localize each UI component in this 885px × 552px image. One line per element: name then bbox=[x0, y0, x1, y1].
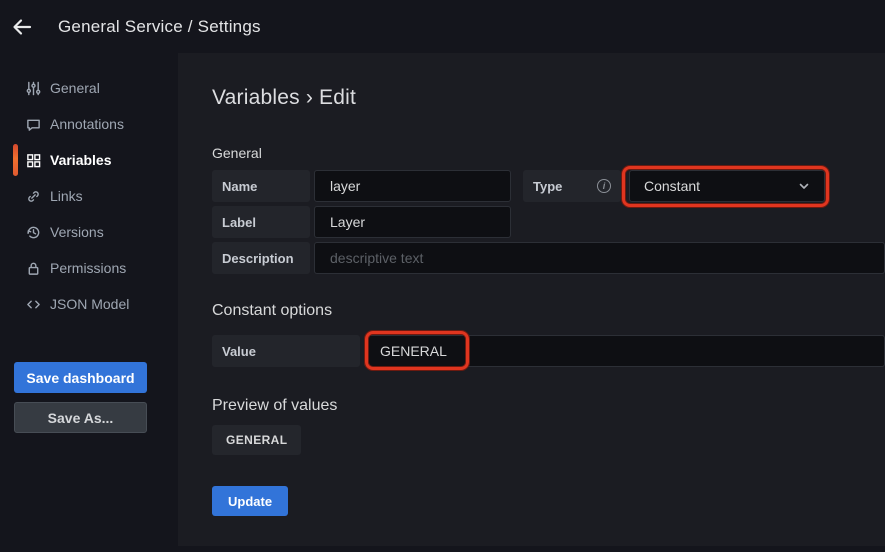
type-select-value: Constant bbox=[644, 178, 700, 194]
value-input[interactable] bbox=[364, 335, 885, 367]
name-field-label: Name bbox=[212, 170, 310, 202]
sidebar-item-json-model[interactable]: JSON Model bbox=[0, 286, 178, 322]
info-icon[interactable]: i bbox=[597, 179, 611, 193]
sliders-icon bbox=[25, 80, 41, 96]
lock-icon bbox=[25, 260, 41, 276]
page-title: General Service / Settings bbox=[58, 17, 261, 37]
grafana-dashboard-settings: General Service / Settings General bbox=[0, 0, 885, 552]
code-icon bbox=[25, 296, 41, 312]
label-input[interactable] bbox=[314, 206, 511, 238]
value-field-label: Value bbox=[212, 335, 360, 367]
type-select[interactable]: Constant bbox=[629, 170, 825, 202]
preview-value-chip: GENERAL bbox=[212, 425, 301, 455]
comment-icon bbox=[25, 116, 41, 132]
label-row: Label bbox=[212, 206, 885, 238]
sidebar-item-links[interactable]: Links bbox=[0, 178, 178, 214]
sidebar-item-label: Versions bbox=[50, 224, 104, 240]
sidebar-item-label: Annotations bbox=[50, 116, 124, 132]
general-section-title: General bbox=[212, 145, 885, 161]
variables-edit-heading: Variables › Edit bbox=[212, 86, 885, 110]
save-dashboard-button[interactable]: Save dashboard bbox=[14, 362, 147, 393]
preview-title: Preview of values bbox=[212, 397, 885, 415]
sidebar-item-general[interactable]: General bbox=[0, 70, 178, 106]
grid-icon bbox=[25, 152, 41, 168]
name-type-row: Name Type i Constant bbox=[212, 170, 885, 202]
description-field-label: Description bbox=[212, 242, 310, 274]
sidebar-item-permissions[interactable]: Permissions bbox=[0, 250, 178, 286]
variables-edit-panel: Variables › Edit General Name Type i Con… bbox=[178, 53, 885, 546]
sidebar-item-label: Permissions bbox=[50, 260, 126, 276]
description-input[interactable] bbox=[314, 242, 885, 274]
sidebar-item-variables[interactable]: Variables bbox=[0, 142, 178, 178]
top-bar: General Service / Settings bbox=[0, 0, 885, 53]
constant-options-title: Constant options bbox=[212, 302, 885, 320]
arrow-left-icon bbox=[11, 16, 33, 38]
sidebar-item-label: Links bbox=[50, 188, 83, 204]
update-button[interactable]: Update bbox=[212, 486, 288, 516]
description-row: Description bbox=[212, 242, 885, 274]
chevron-down-icon bbox=[798, 180, 810, 192]
back-button[interactable] bbox=[0, 3, 44, 51]
type-field-label: Type i bbox=[523, 170, 621, 202]
value-row: Value bbox=[212, 335, 885, 367]
link-icon bbox=[25, 188, 41, 204]
value-input-wrap bbox=[360, 335, 885, 367]
sidebar-item-label: Variables bbox=[50, 152, 112, 168]
sidebar-item-label: JSON Model bbox=[50, 296, 129, 312]
settings-nav: General Annotations Variab bbox=[0, 53, 178, 322]
save-as-button[interactable]: Save As... bbox=[14, 402, 147, 433]
label-field-label: Label bbox=[212, 206, 310, 238]
history-icon bbox=[25, 224, 41, 240]
sidebar-item-versions[interactable]: Versions bbox=[0, 214, 178, 250]
name-input[interactable] bbox=[314, 170, 511, 202]
sidebar-item-label: General bbox=[50, 80, 100, 96]
sidebar-item-annotations[interactable]: Annotations bbox=[0, 106, 178, 142]
selected-indicator bbox=[13, 144, 18, 176]
settings-sidebar: General Annotations Variab bbox=[0, 53, 178, 552]
